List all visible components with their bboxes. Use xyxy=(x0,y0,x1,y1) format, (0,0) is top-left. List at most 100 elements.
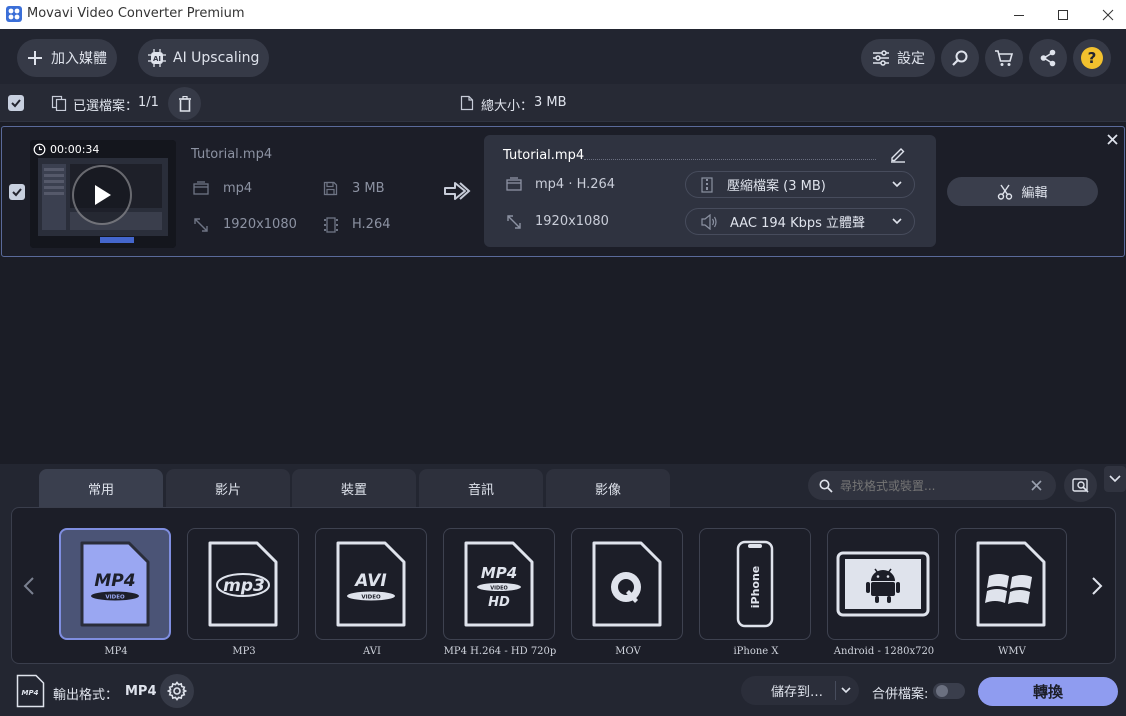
audio-dropdown[interactable]: AAC 194 Kbps 立體聲 xyxy=(685,208,915,235)
speaker-icon xyxy=(700,213,718,230)
format-iphone-x[interactable]: iPhone xyxy=(699,528,811,640)
compress-icon xyxy=(701,176,713,193)
output-format-label: 輸出格式： xyxy=(53,688,119,703)
save-to-dropdown[interactable]: 儲存到… xyxy=(741,676,859,705)
close-window-button[interactable] xyxy=(1085,0,1126,29)
format-mp4[interactable]: MP4 VIDEO xyxy=(59,528,171,640)
trash-icon xyxy=(178,95,192,112)
svg-text:HD: HD xyxy=(488,595,510,610)
format-label-android: Android - 1280x720 xyxy=(833,646,935,657)
detect-device-button[interactable] xyxy=(1064,469,1097,502)
format-label-mp3: MP3 xyxy=(232,646,256,657)
collapse-panel-button[interactable] xyxy=(1104,466,1126,492)
remove-file-icon[interactable] xyxy=(1107,134,1118,145)
play-icon xyxy=(91,183,113,207)
android-tablet-icon xyxy=(836,551,930,617)
settings-label: 設定 xyxy=(897,51,925,67)
format-avi[interactable]: AVI VIDEO xyxy=(315,528,427,640)
save-to-divider xyxy=(835,681,836,700)
output-name-underline xyxy=(584,159,876,160)
help-icon: ? xyxy=(1080,46,1104,70)
rename-pencil-icon[interactable] xyxy=(889,145,907,163)
help-button[interactable]: ? xyxy=(1073,39,1111,77)
mov-file-icon xyxy=(592,541,662,627)
files-icon xyxy=(51,95,67,111)
chevron-down-icon xyxy=(892,180,902,188)
file-checkbox[interactable] xyxy=(9,184,25,200)
add-media-label: 加入媒體 xyxy=(51,51,107,67)
play-button[interactable] xyxy=(72,165,132,225)
plus-icon xyxy=(27,50,43,66)
svg-text:iPhone: iPhone xyxy=(749,566,762,609)
window-title: Movavi Video Converter Premium xyxy=(27,6,245,21)
scroll-right-icon[interactable] xyxy=(1091,576,1103,596)
format-settings-button[interactable] xyxy=(160,674,194,708)
sliders-icon xyxy=(872,50,890,66)
format-label-wmv: WMV xyxy=(998,646,1026,657)
merge-files-toggle[interactable] xyxy=(933,683,965,699)
select-all-checkbox[interactable] xyxy=(8,95,24,111)
scroll-left-icon[interactable] xyxy=(23,576,35,596)
output-resolution: 1920x1080 xyxy=(535,214,609,229)
selected-files-count: 1/1 xyxy=(138,95,159,110)
chevron-down-icon xyxy=(1109,475,1121,483)
output-format: mp4 · H.264 xyxy=(535,177,616,192)
format-mp4-hd[interactable]: MP4 VIDEO HD xyxy=(443,528,555,640)
output-settings-panel: Tutorial.mp4 mp4 · H.264 1920x1080 壓縮檔案 … xyxy=(484,135,936,247)
source-size: 3 MB xyxy=(352,181,385,196)
format-search-input[interactable] xyxy=(840,478,1025,493)
avi-file-icon: AVI VIDEO xyxy=(336,541,406,627)
merge-files-label: 合併檔案: xyxy=(872,687,929,702)
format-android[interactable] xyxy=(827,528,939,640)
audio-label: AAC 194 Kbps 立體聲 xyxy=(730,216,866,231)
delete-button[interactable] xyxy=(168,87,201,120)
convert-label: 轉換 xyxy=(1032,683,1063,701)
svg-text:MP4: MP4 xyxy=(22,689,39,697)
tab-devices[interactable]: 裝置 xyxy=(292,469,416,507)
store-button[interactable] xyxy=(985,39,1023,77)
selected-files-label: 已選檔案： xyxy=(73,99,139,114)
svg-text:AVI: AVI xyxy=(353,571,387,591)
minimize-button[interactable] xyxy=(996,0,1042,29)
tab-popular[interactable]: 常用 xyxy=(39,469,163,507)
output-file-name[interactable]: Tutorial.mp4 xyxy=(503,148,584,163)
maximize-button[interactable] xyxy=(1040,0,1086,29)
video-thumbnail[interactable]: 00:00:34 xyxy=(30,140,176,248)
device-search-icon xyxy=(1071,477,1090,494)
total-size-value: 3 MB xyxy=(534,95,567,110)
clear-search-icon[interactable] xyxy=(1031,480,1042,491)
svg-text:VIDEO: VIDEO xyxy=(490,585,508,591)
ai-upscaling-button[interactable]: AI AI Upscaling xyxy=(138,39,269,77)
title-bar: Movavi Video Converter Premium xyxy=(0,0,1126,29)
format-wmv[interactable] xyxy=(955,528,1067,640)
mp3-file-icon: mp3 xyxy=(208,541,278,627)
svg-text:VIDEO: VIDEO xyxy=(361,595,381,601)
settings-button[interactable]: 設定 xyxy=(861,39,935,77)
search-button[interactable] xyxy=(941,39,979,77)
toolbar: 加入媒體 AI AI Upscaling 設定 ? xyxy=(0,29,1126,84)
save-disk-icon xyxy=(323,181,338,196)
svg-text:VIDEO: VIDEO xyxy=(105,595,125,601)
format-search-box[interactable] xyxy=(808,471,1056,500)
format-mov[interactable] xyxy=(571,528,683,640)
format-mp3[interactable]: mp3 xyxy=(187,528,299,640)
file-row[interactable]: 00:00:34 Tutorial.mp4 mp4 3 MB 1920x1080… xyxy=(1,126,1125,257)
tab-images[interactable]: 影像 xyxy=(546,469,670,507)
gear-icon xyxy=(167,681,187,701)
tab-audio[interactable]: 音訊 xyxy=(419,469,543,507)
format-grid: MP4 VIDEO MP4 mp3 MP3 AVI VIDEO AVI MP4 … xyxy=(11,507,1116,664)
svg-text:MP4: MP4 xyxy=(94,571,135,591)
output-format-icon xyxy=(506,177,522,191)
format-label-avi: AVI xyxy=(363,646,381,657)
edit-button[interactable]: 編輯 xyxy=(947,177,1098,206)
ai-chip-icon: AI xyxy=(148,49,166,67)
tab-video[interactable]: 影片 xyxy=(166,469,290,507)
convert-button[interactable]: 轉換 xyxy=(978,677,1118,706)
chevron-down-icon xyxy=(892,217,902,225)
svg-text:?: ? xyxy=(1088,49,1097,67)
add-media-button[interactable]: 加入媒體 xyxy=(17,39,117,77)
selection-bar: 已選檔案： 1/1 總大小： 3 MB xyxy=(0,84,1126,122)
share-button[interactable] xyxy=(1029,39,1067,77)
compress-dropdown[interactable]: 壓縮檔案 (3 MB) xyxy=(685,171,915,198)
cart-icon xyxy=(994,49,1014,67)
